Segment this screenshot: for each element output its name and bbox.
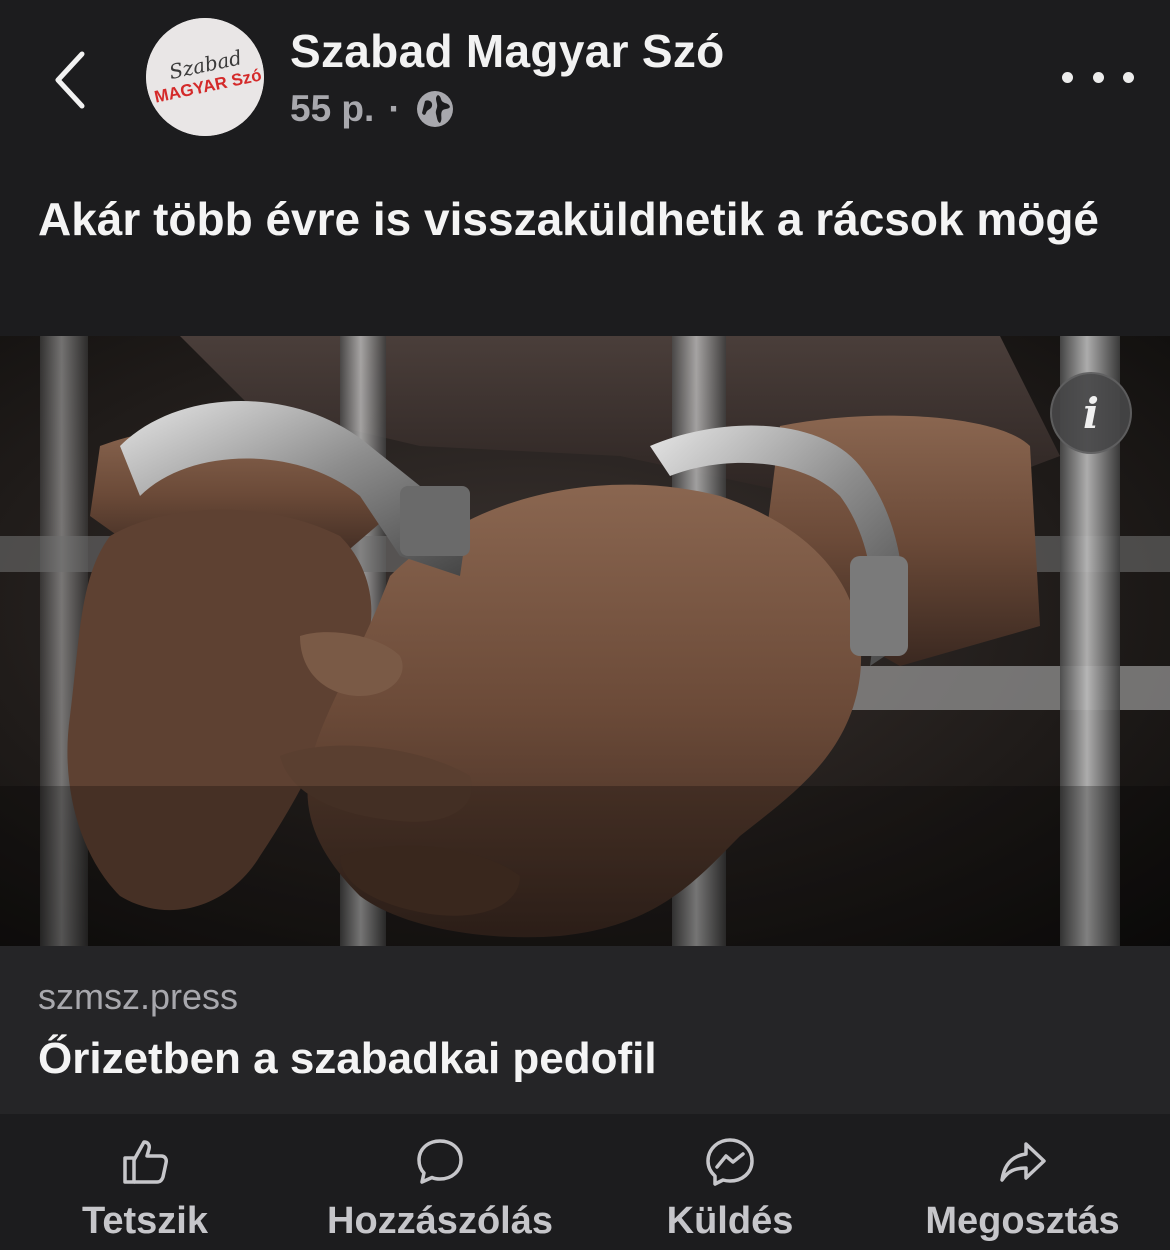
share-button[interactable]: Megosztás bbox=[890, 1114, 1155, 1250]
link-preview[interactable]: szmsz.press Őrizetben a szabadkai pedofi… bbox=[0, 946, 1170, 1114]
comment-label: Hozzászólás bbox=[327, 1200, 553, 1242]
info-icon: i bbox=[1083, 388, 1099, 438]
share-icon bbox=[995, 1134, 1051, 1190]
messenger-icon bbox=[702, 1134, 758, 1190]
comment-icon bbox=[412, 1134, 468, 1190]
globe-icon bbox=[416, 91, 453, 127]
link-title: Őrizetben a szabadkai pedofil bbox=[38, 1034, 657, 1083]
thumbs-up-icon bbox=[117, 1134, 173, 1190]
page-avatar[interactable]: Szabad MAGYAR Szó bbox=[146, 18, 264, 136]
more-dot bbox=[1062, 71, 1073, 83]
like-button[interactable]: Tetszik bbox=[50, 1114, 240, 1250]
post-time[interactable]: 55 p. bbox=[290, 88, 374, 130]
post-text: Akár több évre is visszaküldhetik a rács… bbox=[38, 193, 1100, 245]
post-screen: Szabad MAGYAR Szó Szabad Magyar Szó 55 p… bbox=[0, 0, 1170, 1250]
more-dot bbox=[1092, 71, 1104, 83]
page-name[interactable]: Szabad Magyar Szó bbox=[290, 24, 725, 78]
link-domain: szmsz.press bbox=[38, 976, 239, 1017]
back-button[interactable] bbox=[40, 40, 100, 120]
like-label: Tetszik bbox=[81, 1200, 208, 1242]
send-button[interactable]: Küldés bbox=[640, 1114, 820, 1250]
post-meta: 55 p. · bbox=[290, 88, 455, 130]
action-bar: Tetszik Hozzászólás Küldés Megosztás bbox=[0, 1114, 1170, 1250]
comment-button[interactable]: Hozzászólás bbox=[290, 1114, 590, 1250]
page-logo: Szabad MAGYAR Szó bbox=[146, 18, 264, 136]
more-options-button[interactable] bbox=[1062, 52, 1134, 102]
image-info-button[interactable]: i bbox=[1050, 372, 1132, 454]
send-label: Küldés bbox=[666, 1200, 794, 1242]
more-dot bbox=[1123, 71, 1134, 83]
meta-separator: · bbox=[388, 88, 401, 129]
chevron-left-icon bbox=[55, 51, 85, 109]
post-header: Szabad MAGYAR Szó Szabad Magyar Szó 55 p… bbox=[0, 0, 1170, 160]
post-image[interactable] bbox=[0, 336, 1170, 946]
share-label: Megosztás bbox=[925, 1200, 1120, 1242]
handcuffed-hands-photo bbox=[0, 336, 1170, 946]
